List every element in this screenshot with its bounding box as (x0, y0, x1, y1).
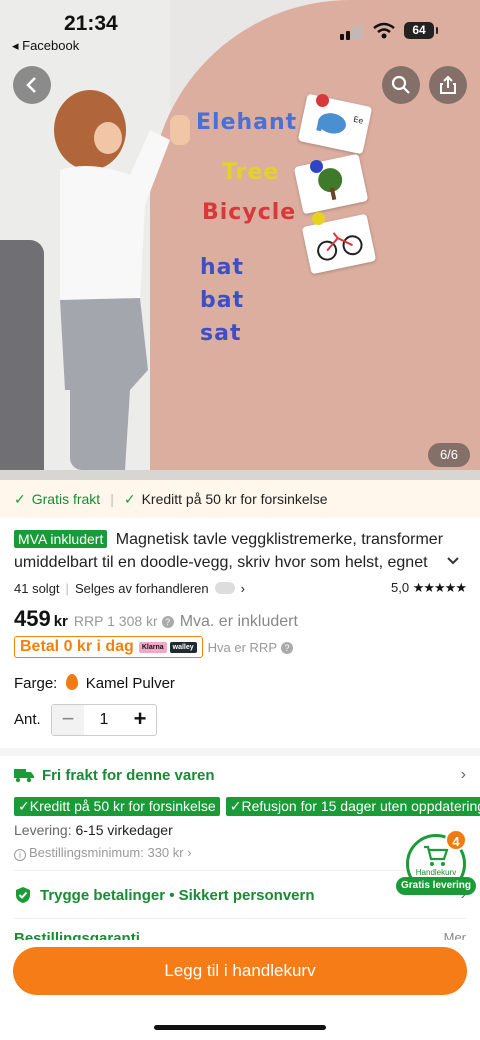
mva-note: Mva. er inkludert (179, 613, 298, 630)
walley-logo: walley (169, 641, 197, 653)
min-order[interactable]: i Bestillingsminimum: 330 kr › (14, 845, 192, 861)
rrp-price: RRP 1 308 kr? (74, 613, 174, 629)
status-bar: 21:34 ◂ Facebook 64 (0, 0, 480, 60)
quantity-value[interactable]: 1 (84, 711, 124, 729)
chevron-left-icon (26, 77, 36, 93)
shipping-badges: ✓Kreditt på 50 kr for forsinkelse ✓Refusj… (14, 797, 480, 817)
share-button[interactable] (429, 66, 467, 104)
product-meta-row: 41 solgt | Selges av forhandleren › 5,0 … (14, 580, 467, 596)
color-selector[interactable]: Farge: Kamel Pulver (14, 674, 175, 692)
word-bicycle: Bicycle (202, 200, 297, 225)
quantity-stepper: − 1 + (51, 704, 157, 736)
product-title[interactable]: MVA inkludert Magnetisk tavle veggklistr… (14, 528, 450, 574)
chevron-right-icon[interactable]: › (241, 581, 245, 596)
cart-icon (424, 845, 449, 866)
chevron-down-icon[interactable] (446, 556, 460, 566)
promo-strip[interactable]: ✓ Gratis frakt | ✓ Kreditt på 50 kr for … (0, 480, 480, 518)
free-shipping-text: Fri frakt for denne varen (42, 766, 215, 784)
rrp-help-link[interactable]: Hva er RRP? (208, 640, 293, 655)
chevron-right-icon: › (460, 766, 466, 783)
free-shipping-row[interactable]: Fri frakt for denne varen › (14, 766, 466, 784)
add-to-cart-button[interactable]: Legg til i handlekurv (13, 947, 467, 995)
check-icon: ✓ (14, 490, 26, 507)
share-icon (440, 75, 456, 94)
word-elehant: Elehant (196, 110, 298, 135)
word-tree: Tree (222, 160, 280, 185)
badge-refund-text: Refusjon for 15 dager uten oppdatering (241, 798, 480, 814)
rrp-text: RRP 1 308 kr (73, 613, 158, 629)
badge-credit: ✓Kreditt på 50 kr for forsinkelse (14, 797, 220, 816)
magnet-blue (310, 160, 323, 173)
child-figure (54, 90, 190, 470)
cart-count-badge: 4 (445, 829, 467, 851)
rating-stars: ★★★★★ (412, 580, 467, 595)
meta-separator: | (65, 580, 69, 596)
price-unit: kr (53, 613, 68, 630)
flame-icon (65, 674, 78, 690)
shield-icon (16, 887, 30, 903)
status-time: 21:34 (64, 12, 118, 35)
promo-separator: | (110, 491, 114, 507)
word-hat: hat (200, 255, 245, 280)
section-divider (0, 748, 480, 756)
color-value: Kamel Pulver (85, 675, 175, 692)
back-to-facebook-link[interactable]: ◂ Facebook (12, 38, 79, 54)
signal-icon (340, 24, 366, 40)
rrp-help-text: Hva er RRP (207, 639, 277, 655)
promo-credit: Kreditt på 50 kr for forsinkelse (141, 491, 328, 507)
check-icon: ✓ (123, 490, 136, 507)
rating[interactable]: 5,0 ★★★★★ (391, 580, 467, 596)
battery-indicator: 64 (404, 22, 438, 39)
min-order-text: Bestillingsminimum: 330 kr (29, 845, 184, 860)
seller-logo (214, 582, 235, 594)
word-sat: sat (200, 321, 242, 346)
divider-line (14, 870, 466, 871)
search-icon (391, 75, 410, 94)
mva-badge: MVA inkludert (14, 530, 108, 548)
secure-payment-text: Trygge betalinger • Sikkert personvern (40, 886, 315, 904)
badge-credit-text: Kreditt på 50 kr for forsinkelse (29, 798, 216, 814)
color-label: Farge: (14, 675, 58, 692)
promo-free-shipping: Gratis frakt (31, 491, 101, 507)
delivery-value: 6-15 virkedager (75, 822, 173, 838)
image-counter: 6/6 (428, 443, 470, 467)
magnet-red (316, 94, 329, 107)
financing-row: Betal 0 kr i dag Klarna walley Hva er RR… (14, 636, 293, 658)
price: 459 (14, 606, 51, 631)
delivery-time: Levering: 6-15 virkedager (14, 822, 173, 838)
info-icon: i (14, 849, 26, 861)
search-button[interactable] (382, 66, 420, 104)
sold-count: 41 solgt (14, 580, 60, 596)
pay-later-offer[interactable]: Betal 0 kr i dag Klarna walley (14, 636, 203, 658)
cart-label: Handlekurv (415, 868, 457, 877)
word-bat: bat (200, 288, 245, 313)
free-delivery-pill: Gratis levering (396, 877, 476, 895)
home-indicator (154, 1025, 326, 1030)
quantity-label: Ant. (14, 711, 41, 728)
badge-refund: ✓Refusjon for 15 dager uten oppdatering (225, 797, 480, 816)
increase-quantity-button[interactable]: + (124, 705, 156, 735)
pay-later-text: Betal 0 kr i dag (20, 638, 134, 655)
svg-text:Ee: Ee (352, 115, 364, 126)
delivery-label: Levering: (14, 822, 72, 838)
back-button[interactable] (13, 66, 51, 104)
magnet-yellow (312, 212, 325, 225)
help-icon: ? (281, 642, 293, 655)
decrease-quantity-button[interactable]: − (52, 705, 84, 735)
help-icon[interactable]: ? (161, 616, 174, 629)
truck-icon (14, 769, 34, 783)
wifi-icon (373, 22, 395, 39)
klarna-logo: Klarna (138, 641, 167, 653)
seller-link[interactable]: Selges av forhandleren (75, 581, 209, 596)
rating-value: 5,0 (391, 580, 410, 595)
divider-line (14, 918, 466, 919)
price-row: 459 kr RRP 1 308 kr? Mva. er inkludert (14, 606, 466, 632)
